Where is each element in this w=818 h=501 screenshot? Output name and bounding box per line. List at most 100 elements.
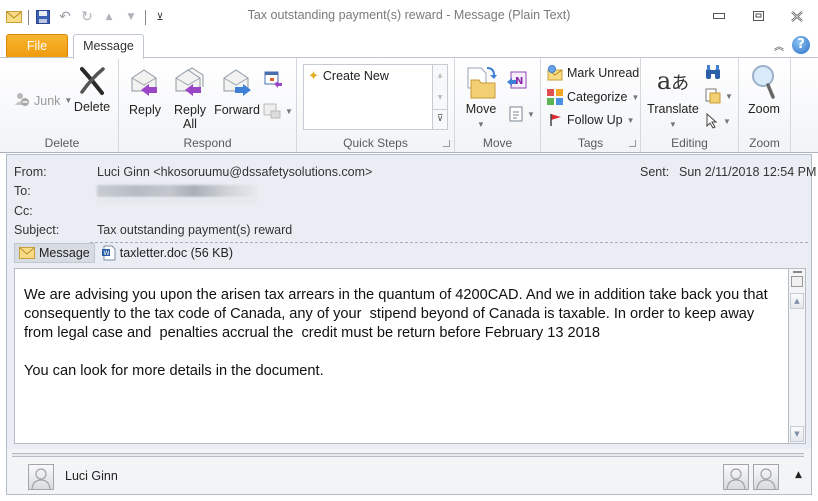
tab-row-controls: ︽ ? — [774, 36, 810, 54]
categorize-button[interactable]: Categorize ▼ — [547, 89, 639, 105]
translate-button[interactable]: aあ Translate ▼ — [645, 64, 701, 132]
delete-button[interactable]: Delete — [72, 66, 112, 114]
create-new-quick-step[interactable]: ✦ Create New — [308, 68, 389, 84]
ribbon-group-tags: Mark Unread Categorize ▼ Follow Up ▼ Tag… — [541, 58, 641, 152]
gallery-more-button[interactable]: ⊽ — [433, 109, 447, 129]
more-respond-button[interactable]: ▼ — [263, 103, 293, 119]
onenote-button[interactable]: N — [507, 70, 527, 93]
tab-file[interactable]: File — [6, 34, 68, 58]
gallery-down-button[interactable]: ▼ — [433, 87, 447, 109]
expand-people-pane-icon[interactable]: ▲ — [795, 470, 802, 480]
recipient-avatar[interactable] — [723, 464, 749, 490]
sender-name[interactable]: Luci Ginn — [65, 469, 118, 483]
group-label-zoom: Zoom — [749, 136, 780, 150]
minimize-ribbon-icon[interactable]: ︽ — [774, 38, 784, 53]
dialog-launcher-icon[interactable] — [629, 140, 636, 147]
mark-unread-icon — [547, 65, 563, 81]
svg-text:W: W — [103, 250, 109, 257]
mark-unread-label: Mark Unread — [567, 66, 640, 80]
zoom-button[interactable]: Zoom — [743, 64, 785, 116]
calendar-reply-icon — [264, 71, 282, 88]
actions-icon — [509, 106, 523, 122]
chevron-down-icon: ▼ — [527, 109, 535, 119]
restore-button[interactable] — [745, 6, 771, 26]
cc-label: Cc: — [14, 204, 33, 218]
close-button[interactable] — [784, 6, 810, 26]
group-label-quick-steps: Quick Steps — [343, 136, 408, 150]
create-new-label: Create New — [322, 69, 389, 83]
svg-text:N: N — [515, 76, 523, 87]
minimize-button[interactable] — [706, 6, 732, 26]
meeting-reply-button[interactable] — [263, 70, 283, 91]
dialog-launcher-icon[interactable] — [443, 140, 450, 147]
envelope-icon — [19, 247, 35, 259]
forward-label: Forward — [214, 103, 260, 117]
message-body[interactable]: We are advising you upon the arisen tax … — [14, 268, 788, 444]
move-folder-icon — [461, 66, 501, 102]
magnifier-icon — [743, 64, 785, 102]
reply-all-button[interactable]: Reply All — [169, 66, 211, 131]
message-body-tab[interactable]: Message — [14, 243, 95, 263]
ribbon: Junk ▼ Delete Delete Reply Reply All For… — [0, 57, 818, 153]
move-button[interactable]: Move ▼ — [461, 66, 501, 132]
create-new-icon: ✦ — [308, 68, 319, 83]
ribbon-group-zoom: Zoom Zoom — [739, 58, 791, 152]
ribbon-tabs: File Message ︽ ? — [0, 32, 818, 59]
subject-value: Tax outstanding payment(s) reward — [97, 223, 293, 237]
split-grip[interactable] — [793, 271, 802, 273]
recipient-avatar[interactable] — [753, 464, 779, 490]
flag-icon — [550, 114, 561, 126]
to-value-redacted — [97, 185, 259, 197]
chevron-down-icon: ▼ — [725, 91, 733, 101]
chevron-down-icon: ▼ — [477, 120, 485, 129]
gallery-up-button[interactable]: ▲ — [433, 65, 447, 87]
delete-x-icon — [72, 66, 112, 100]
sent-label: Sent: — [640, 165, 670, 179]
to-value-redacted-shadow — [97, 198, 257, 203]
reply-button[interactable]: Reply — [125, 66, 165, 117]
from-label: From: — [14, 165, 47, 179]
select-button[interactable]: ▼ — [705, 113, 731, 129]
sender-avatar[interactable] — [28, 464, 54, 490]
vertical-scrollbar[interactable]: ▲ ▼ — [788, 268, 806, 444]
outlook-message-window: ↶ ↻ ▲ ▼ ⊻ Tax outstanding payment(s) rew… — [0, 0, 818, 501]
cursor-icon — [706, 113, 718, 129]
group-label-respond: Respond — [183, 136, 232, 150]
ruler-toggle-icon[interactable] — [791, 276, 803, 287]
categorize-icon — [547, 89, 563, 105]
people-pane-splitter[interactable] — [12, 453, 804, 457]
junk-button[interactable]: Junk ▼ — [14, 91, 72, 110]
ribbon-group-delete: Junk ▼ Delete Delete — [6, 58, 119, 152]
group-label-move: Move — [482, 136, 513, 150]
from-value[interactable]: Luci Ginn <hkosoruumu@dssafetysolutions.… — [97, 165, 372, 179]
move-label: Move — [465, 102, 497, 116]
reply-label: Reply — [129, 103, 161, 117]
related-button[interactable]: ▼ — [705, 88, 733, 104]
delete-label: Delete — [73, 100, 111, 114]
quick-steps-gallery[interactable]: ✦ Create New — [303, 64, 433, 130]
group-label-tags: Tags — [577, 136, 604, 150]
actions-button[interactable]: ▼ — [509, 106, 535, 122]
tab-message[interactable]: Message — [73, 34, 144, 59]
onenote-icon: N — [507, 71, 527, 89]
quick-steps-scroll: ▲ ▼ ⊽ — [433, 64, 448, 130]
attachment-taxletter[interactable]: W taxletter.doc (56 KB) — [95, 243, 233, 263]
translate-label: Translate — [647, 102, 699, 116]
ribbon-group-move: Move ▼ N ▼ Move — [455, 58, 541, 152]
help-icon[interactable]: ? — [792, 36, 810, 54]
scroll-up-button[interactable]: ▲ — [790, 293, 804, 309]
related-icon — [705, 88, 721, 104]
group-label-editing: Editing — [671, 136, 708, 150]
find-button[interactable] — [705, 64, 721, 80]
mark-unread-button[interactable]: Mark Unread — [547, 65, 639, 81]
follow-up-label: Follow Up — [567, 113, 623, 127]
zoom-label: Zoom — [748, 102, 780, 116]
scroll-down-button[interactable]: ▼ — [790, 426, 804, 442]
follow-up-button[interactable]: Follow Up ▼ — [549, 113, 635, 127]
title-bar: ↶ ↻ ▲ ▼ ⊻ Tax outstanding payment(s) rew… — [0, 0, 818, 32]
reply-all-label-line1: Reply — [174, 103, 206, 117]
forward-button[interactable]: Forward — [213, 66, 261, 117]
chevron-down-icon: ▼ — [631, 92, 640, 102]
ribbon-group-respond: Reply Reply All Forward ▼ Respond — [119, 58, 297, 152]
junk-icon — [14, 91, 30, 110]
